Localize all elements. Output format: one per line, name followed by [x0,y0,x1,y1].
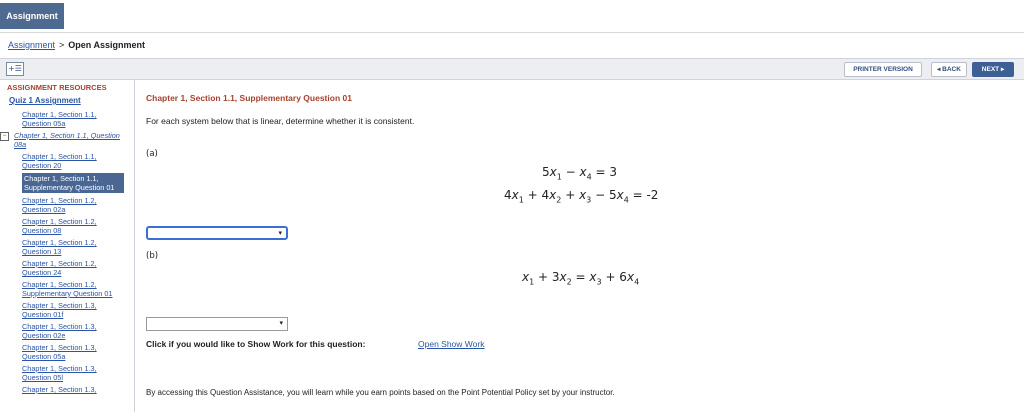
printer-version-button[interactable]: PRINTER VERSION [844,62,922,77]
sidebar-item[interactable]: Chapter 1, Section 1.3, [22,385,124,394]
sidebar-item-link[interactable]: Chapter 1, Section 1.1, Question 20 [22,152,97,170]
equation-a1: 5x1 − x4 = 3 [542,165,618,182]
chevron-down-icon: ▾ [279,319,283,327]
top-bar: Assignment [0,0,1024,33]
sidebar-item-link[interactable]: Chapter 1, Section 1.3, Question 05a [22,343,97,361]
sidebar-item[interactable]: Chapter 1, Section 1.1, Question 05a [22,110,124,128]
sidebar-item-link[interactable]: Chapter 1, Section 1.3, Question 05l [22,364,97,382]
sidebar-item-link[interactable]: Chapter 1, Section 1.2, Question 02a [22,196,97,214]
sidebar-item[interactable]: Chapter 1, Section 1.3, Question 02e [22,322,124,340]
breadcrumb-current: Open Assignment [68,40,145,50]
sidebar-item[interactable]: Chapter 1, Section 1.2, Question 02a [22,196,124,214]
assignment-tab[interactable]: Assignment [0,3,64,29]
sidebar-item[interactable]: Chapter 1, Section 1.3, Question 01f [22,301,124,319]
assignment-resources-sidebar: ASSIGNMENT RESOURCES Quiz 1 Assignment C… [0,80,135,412]
sidebar-item-link[interactable]: Chapter 1, Section 1.3, [22,385,97,394]
next-button[interactable]: NEXT ▸ [972,62,1014,77]
sidebar-item-link[interactable]: Chapter 1, Section 1.1, Question 08a [14,131,120,149]
sidebar-item[interactable]: Chapter 1, Section 1.2, Supplementary Qu… [22,280,124,298]
sidebar-item-link[interactable]: Chapter 1, Section 1.2, Question 08 [22,217,97,235]
sidebar-item[interactable]: Chapter 1, Section 1.1, Question 20 [22,152,124,170]
answer-dropdown-a[interactable]: ▾ [146,226,288,240]
question-list: Chapter 1, Section 1.1, Question 05a − Ch… [0,110,124,397]
question-intro: For each system below that is linear, de… [146,116,415,126]
sidebar-item-link[interactable]: Chapter 1, Section 1.1, Question 05a [22,110,97,128]
open-show-work-link[interactable]: Open Show Work [418,339,484,349]
chevron-down-icon: ▾ [278,229,282,237]
sidebar-item-link[interactable]: Chapter 1, Section 1.3, Question 02e [22,322,97,340]
sidebar-item[interactable]: Chapter 1, Section 1.2, Question 24 [22,259,124,277]
sidebar-heading: ASSIGNMENT RESOURCES [7,83,107,92]
sidebar-item[interactable]: Chapter 1, Section 1.2, Question 13 [22,238,124,256]
equation-b1: x1 + 3x2 = x3 + 6x4 [522,270,640,287]
equation-a2: 4x1 + 4x2 + x3 − 5x4 = -2 [504,188,659,205]
breadcrumb-assignment-link[interactable]: Assignment [8,40,55,50]
answer-dropdown-b[interactable]: ▾ [146,317,288,331]
question-assistance-note: By accessing this Question Assistance, y… [146,388,615,397]
toggle-sidebar-icon[interactable]: +☰ [6,62,24,76]
sidebar-item-link[interactable]: Chapter 1, Section 1.2, Question 24 [22,259,97,277]
sidebar-item-link[interactable]: Chapter 1, Section 1.3, Question 01f [22,301,97,319]
expand-icon[interactable]: − [0,132,9,141]
breadcrumb: Assignment > Open Assignment [8,40,145,50]
sidebar-item-link[interactable]: Chapter 1, Section 1.2, Question 13 [22,238,97,256]
toolbar: +☰ PRINTER VERSION ◂ BACK NEXT ▸ [0,58,1024,80]
sidebar-item[interactable]: Chapter 1, Section 1.3, Question 05l [22,364,124,382]
sidebar-item-current[interactable]: Chapter 1, Section 1.1, Supplementary Qu… [22,173,124,193]
question-panel: Chapter 1, Section 1.1, Supplementary Qu… [146,80,1016,412]
back-button[interactable]: ◂ BACK [931,62,967,77]
part-a-label: (a) [146,149,158,159]
question-title: Chapter 1, Section 1.1, Supplementary Qu… [146,93,352,103]
part-b-label: (b) [146,251,159,261]
sidebar-item-link[interactable]: Chapter 1, Section 1.2, Supplementary Qu… [22,280,112,298]
sidebar-item[interactable]: Chapter 1, Section 1.3, Question 05a [22,343,124,361]
sidebar-item[interactable]: − Chapter 1, Section 1.1, Question 08a [0,131,124,149]
quiz-assignment-link[interactable]: Quiz 1 Assignment [9,96,81,105]
show-work-prompt: Click if you would like to Show Work for… [146,339,366,349]
sidebar-item-link[interactable]: Chapter 1, Section 1.1, Supplementary Qu… [24,174,114,192]
sidebar-item[interactable]: Chapter 1, Section 1.2, Question 08 [22,217,124,235]
breadcrumb-separator: > [59,40,65,50]
